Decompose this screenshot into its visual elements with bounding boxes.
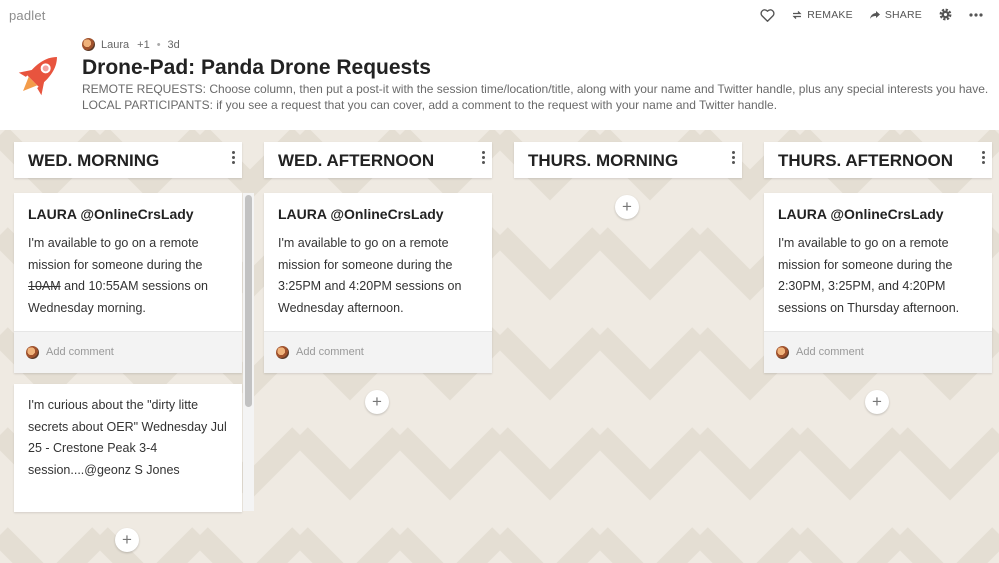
post-card[interactable]: I'm curious about the "dirty litte secre… [14,384,242,512]
remake-label: REMAKE [807,8,853,21]
column-scrollbar[interactable] [243,193,254,511]
post-card[interactable]: LAURA @OnlineCrsLady I'm available to go… [764,193,992,373]
add-comment-input[interactable]: Add comment [796,346,864,358]
column-menu-icon[interactable] [730,150,736,168]
author-name[interactable]: Laura [101,39,129,51]
add-post-button[interactable]: + [615,195,639,219]
post-body: I'm curious about the "dirty litte secre… [28,398,227,477]
more-icon [969,12,983,17]
add-comment-input[interactable]: Add comment [296,346,364,358]
rocket-icon [18,57,57,96]
post-card[interactable]: LAURA @OnlineCrsLady I'm available to go… [264,193,492,373]
board-age: 3d [167,38,180,51]
settings-button[interactable] [938,7,953,22]
post-body: I'm available to go on a remote mission … [278,236,462,315]
scrollbar-thumb[interactable] [245,195,252,407]
remake-icon [792,10,802,19]
add-post-button[interactable]: + [865,390,889,414]
board-title: Drone-Pad: Panda Drone Requests [82,56,431,79]
column-title: THURS. MORNING [528,151,679,170]
share-label: SHARE [884,8,922,21]
column-header-wed-morning: WED. MORNING [14,142,242,178]
post-body: I'm available to go on a remote mission … [778,236,960,315]
post-body: I'm available to go on a remote mission … [28,236,208,315]
struck-text: 10AM [28,279,61,293]
column-header-thurs-morning: THURS. MORNING [514,142,742,178]
avatar[interactable] [82,38,95,51]
post-author: LAURA @OnlineCrsLady [778,206,944,222]
avatar [276,346,289,359]
board-description: REMOTE REQUESTS: Choose column, then put… [82,82,989,112]
separator-dot: • [156,38,161,51]
heart-icon [760,8,775,22]
column-title: WED. AFTERNOON [278,151,435,170]
padlet-logo-text[interactable]: padlet [9,8,46,23]
contributors-count[interactable]: +1 [137,39,150,51]
like-button[interactable] [760,8,775,22]
comment-bar[interactable]: Add comment [14,331,242,373]
column-header-thurs-afternoon: THURS. AFTERNOON [764,142,992,178]
column-menu-icon[interactable] [480,150,486,168]
gear-icon [939,8,952,21]
avatar [776,346,789,359]
add-post-button[interactable]: + [365,390,389,414]
add-comment-input[interactable]: Add comment [46,346,114,358]
share-icon [869,10,880,19]
avatar [26,346,39,359]
column-title: WED. MORNING [28,151,160,170]
post-author: LAURA @OnlineCrsLady [28,206,194,222]
board-meta: Laura +1 • 3d [82,38,180,51]
column-menu-icon[interactable] [980,150,986,168]
post-card[interactable]: LAURA @OnlineCrsLady I'm available to go… [14,193,242,373]
post-author: LAURA @OnlineCrsLady [278,206,444,222]
toolbar: REMAKE SHARE [744,7,983,22]
more-button[interactable] [969,12,983,17]
share-button[interactable]: SHARE [869,9,922,21]
add-post-button[interactable]: + [115,528,139,552]
board-header: padlet REMAKE SHARE Laura +1 • 3d Drone-… [0,0,999,130]
comment-bar[interactable]: Add comment [764,331,992,373]
comment-bar[interactable]: Add comment [264,331,492,373]
column-title: THURS. AFTERNOON [778,151,954,170]
remake-button[interactable]: REMAKE [791,9,853,21]
column-header-wed-afternoon: WED. AFTERNOON [264,142,492,178]
column-menu-icon[interactable] [230,150,236,168]
